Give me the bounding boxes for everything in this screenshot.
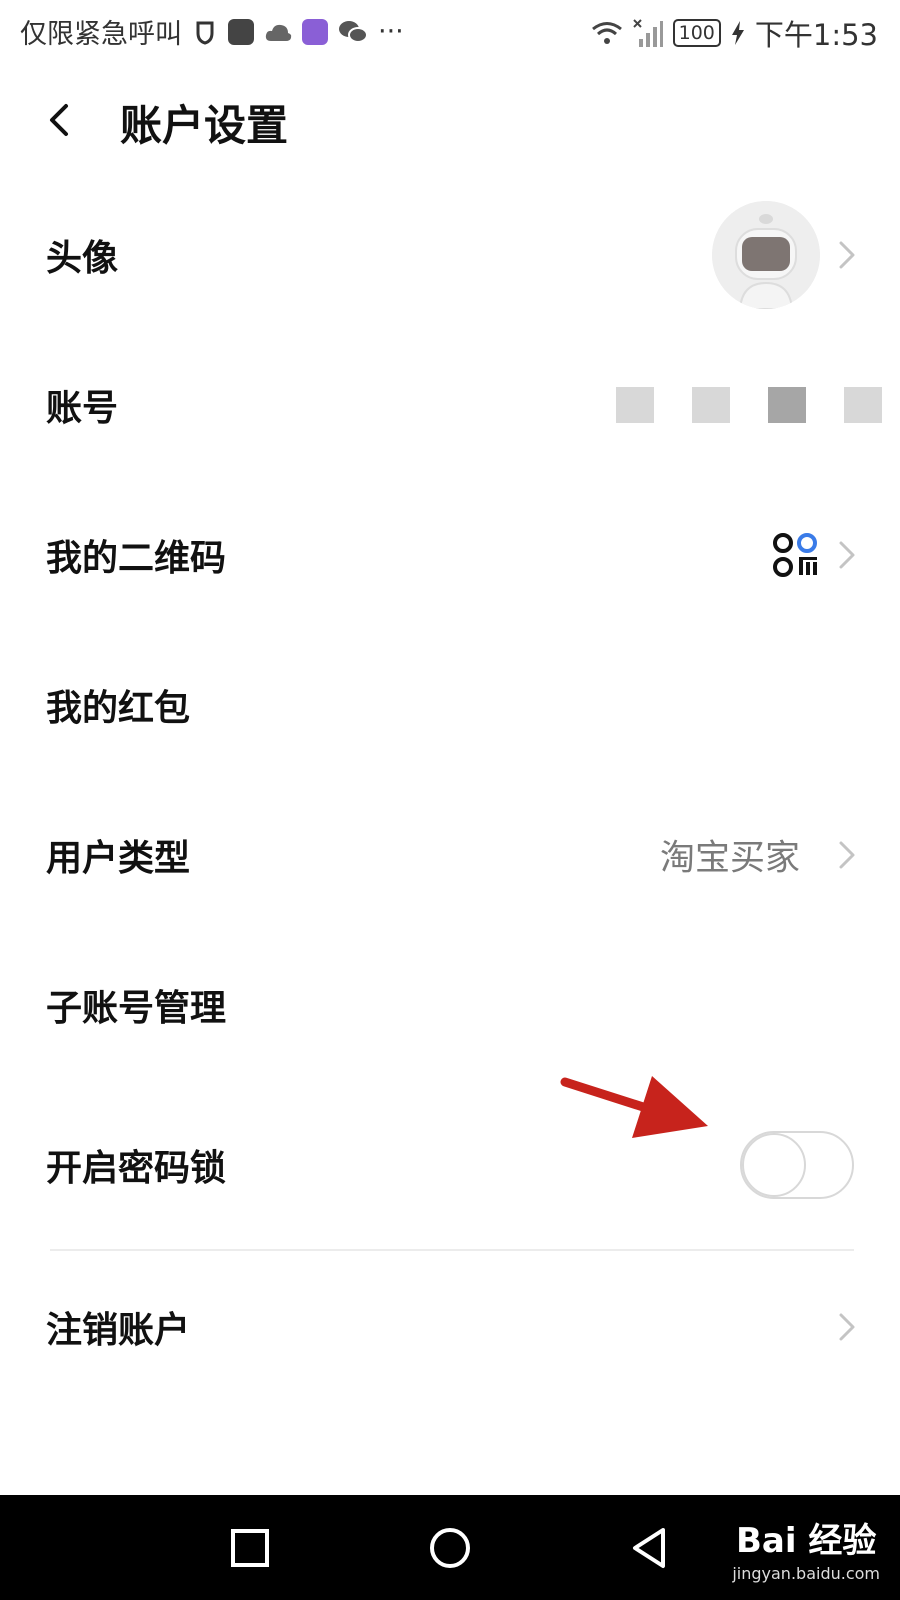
recent-apps-icon[interactable] bbox=[227, 1525, 273, 1571]
watermark-brand: Bai 经验 bbox=[735, 1521, 877, 1561]
shield-icon bbox=[196, 21, 214, 45]
user-type-label: 用户类型 bbox=[46, 838, 191, 879]
divider bbox=[50, 1249, 854, 1251]
back-triangle-icon[interactable] bbox=[627, 1525, 673, 1571]
status-bar: 仅限紧急呼叫 ··· 100 下午1:53 bbox=[0, 0, 900, 62]
status-bar-right: 100 下午1:53 bbox=[591, 12, 878, 54]
browser-app-icon bbox=[302, 18, 328, 45]
cloud-icon bbox=[265, 24, 292, 41]
qrcode-icon bbox=[773, 533, 817, 577]
password-lock-label: 开启密码锁 bbox=[46, 1148, 227, 1189]
huawei-app-icon bbox=[228, 18, 254, 45]
battery-icon: 100 bbox=[672, 19, 721, 47]
cancel-account-row[interactable]: 注销账户 bbox=[0, 1252, 900, 1402]
sub-account-label: 子账号管理 bbox=[46, 988, 227, 1029]
mosaic-block bbox=[844, 387, 882, 423]
qrcode-label: 我的二维码 bbox=[46, 538, 227, 579]
cancel-account-label: 注销账户 bbox=[46, 1310, 191, 1351]
red-packet-label: 我的红包 bbox=[46, 688, 191, 729]
wechat-icon bbox=[339, 20, 368, 43]
red-packet-row[interactable]: 我的红包 bbox=[0, 630, 900, 780]
qrcode-row[interactable]: 我的二维码 bbox=[0, 480, 900, 630]
password-lock-row: 开启密码锁 bbox=[0, 1090, 900, 1240]
system-navigation-bar: Bai 经验 jingyan.baidu.com bbox=[0, 1495, 900, 1600]
chevron-right-icon bbox=[839, 841, 855, 869]
user-type-value: 淘宝买家 bbox=[659, 838, 800, 879]
chevron-right-icon bbox=[839, 241, 855, 269]
page-title: 账户设置 bbox=[120, 101, 289, 150]
charging-icon bbox=[731, 21, 744, 45]
status-bar-left: 仅限紧急呼叫 ··· bbox=[20, 12, 404, 51]
mosaic-block bbox=[616, 387, 654, 423]
clock: 下午1:53 bbox=[754, 18, 878, 52]
page-header: 账户设置 bbox=[0, 70, 900, 170]
avatar bbox=[712, 201, 820, 309]
home-icon[interactable] bbox=[427, 1525, 473, 1571]
account-label: 账号 bbox=[46, 388, 119, 429]
sub-account-row[interactable]: 子账号管理 bbox=[0, 930, 900, 1080]
user-type-row[interactable]: 用户类型 淘宝买家 bbox=[0, 780, 900, 930]
account-row[interactable]: 账号 bbox=[0, 330, 900, 480]
chevron-right-icon bbox=[839, 541, 855, 569]
emergency-call-text: 仅限紧急呼叫 bbox=[20, 19, 182, 50]
mosaic-block bbox=[692, 387, 730, 423]
avatar-row[interactable]: 头像 bbox=[0, 180, 900, 330]
toggle-knob bbox=[742, 1133, 806, 1197]
chevron-left-icon[interactable] bbox=[38, 98, 82, 142]
watermark-url: jingyan.baidu.com bbox=[732, 1564, 880, 1583]
password-lock-toggle[interactable] bbox=[740, 1131, 854, 1199]
mosaic-block bbox=[768, 387, 806, 423]
avatar-label: 头像 bbox=[46, 238, 119, 279]
baidu-watermark: Bai 经验 jingyan.baidu.com bbox=[732, 1513, 880, 1583]
chevron-right-icon bbox=[839, 1313, 855, 1341]
more-notifications: ··· bbox=[378, 16, 404, 47]
wifi-icon bbox=[591, 22, 622, 44]
red-arrow-annotation bbox=[560, 1076, 708, 1138]
no-signal-icon bbox=[632, 19, 663, 47]
account-value-masked bbox=[616, 387, 882, 423]
